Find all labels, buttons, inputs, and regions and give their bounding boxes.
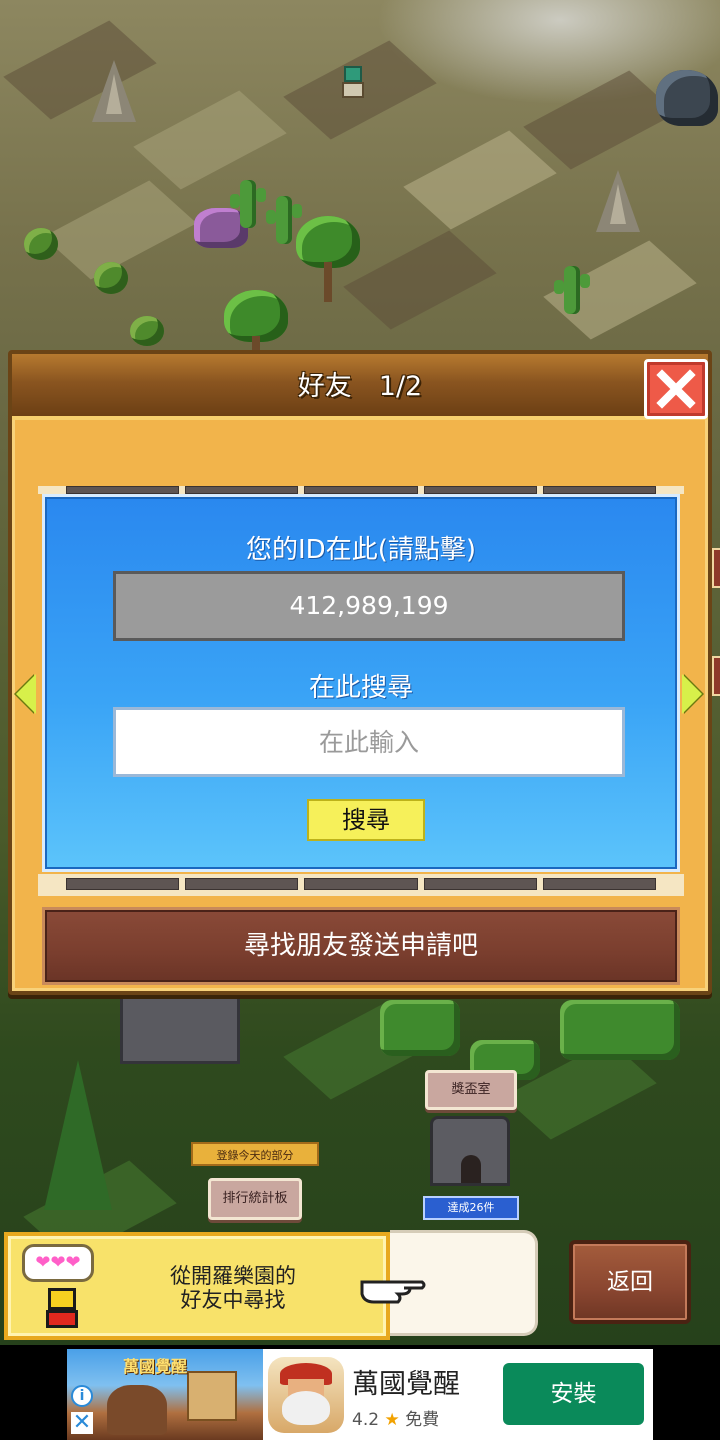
trophy-room-building [430, 1116, 510, 1186]
rock-spire [596, 170, 640, 232]
hearts-bubble: ❤❤❤ [22, 1244, 94, 1282]
dialog-header: 好友 1/2 [12, 354, 708, 420]
send-request-hint: 尋找朋友發送申請吧 [42, 907, 680, 985]
ground-tile [403, 130, 557, 230]
kairobot-icon: ❤❤❤ [18, 1244, 102, 1330]
ad-app-icon-beard [282, 1391, 330, 1425]
ranking-board-sign[interactable]: 排行統計板 [208, 1178, 302, 1220]
bush [130, 316, 164, 346]
achievement-count-badge: 達成26件 [423, 1196, 519, 1220]
ad-rating-value: 4.2 [352, 1410, 380, 1430]
friend-id-search-input[interactable] [113, 707, 625, 777]
close-icon [656, 369, 696, 409]
back-button[interactable]: 返回 [569, 1240, 691, 1324]
ad-price: 免費 [405, 1410, 440, 1430]
cactus [230, 180, 266, 228]
hedge [560, 1000, 680, 1060]
character-body [342, 82, 364, 98]
ad-rider [107, 1385, 167, 1435]
stone-building [120, 996, 240, 1064]
palm-tree [224, 290, 288, 376]
info-text: 從開羅樂園的 好友中尋找 [118, 1264, 348, 1312]
ad-app-icon[interactable] [268, 1357, 344, 1433]
rail-segment [304, 486, 418, 494]
conifer-tree [44, 1060, 112, 1210]
ad-app-name[interactable]: 萬國覺醒 [352, 1362, 460, 1401]
ad-rating: 4.2 ★ 免費 [352, 1405, 439, 1430]
install-button[interactable]: 安裝 [503, 1363, 644, 1425]
friend-search-panel: 您的ID在此(請點擊) 412,989,199 在此搜尋 搜尋 [42, 494, 680, 872]
kairobot-face [48, 1288, 76, 1310]
boulder [656, 70, 718, 126]
id-label: 您的ID在此(請點擊) [246, 535, 476, 565]
ad-castle [187, 1371, 237, 1421]
rail-segment [423, 878, 537, 890]
pointing-hand-icon [360, 1280, 426, 1304]
ground-tile [133, 90, 287, 190]
ad-art-title: 萬國覺醒 [123, 1357, 188, 1376]
login-today-sign[interactable]: 登錄今天的部分 [191, 1142, 319, 1166]
character-head [344, 66, 362, 82]
rail-segment [423, 486, 537, 494]
kairobot-body [46, 1310, 78, 1328]
hedge [380, 1000, 460, 1056]
friend-dialog: 好友 1/2 您的ID在此(請點擊) 412,989,199 在此搜尋 搜尋 尋… [8, 350, 712, 995]
ground-tile [343, 230, 497, 330]
info-line-2: 好友中尋找 [180, 1288, 286, 1312]
rail-segment [185, 878, 299, 890]
info-line-1: 從開羅樂園的 [170, 1264, 296, 1288]
dialog-title: 好友 1/2 [297, 371, 423, 402]
rail-segment [66, 878, 180, 890]
info-panel: ❤❤❤ 從開羅樂園的 好友中尋找 [4, 1232, 390, 1340]
search-button[interactable]: 搜尋 [307, 799, 425, 841]
ad-artwork[interactable]: 萬國覺醒 [67, 1349, 263, 1440]
arrow-right-icon[interactable] [682, 674, 702, 714]
search-label: 在此搜尋 [308, 673, 413, 703]
rock-spire [92, 60, 136, 122]
rail-segment [66, 486, 180, 494]
bush [24, 228, 58, 260]
ground-tile [523, 70, 677, 170]
palm-tree [296, 216, 360, 302]
kairobot-figure [42, 1288, 82, 1328]
cactus [554, 266, 590, 314]
wandering-character [338, 66, 368, 100]
arrow-left-icon[interactable] [16, 674, 36, 714]
trophy-room-sign[interactable]: 獎盃室 [425, 1070, 517, 1110]
rail-segment [542, 486, 657, 494]
rail-segment [304, 878, 418, 890]
close-button[interactable] [644, 359, 708, 419]
bush [94, 262, 128, 294]
rail-segment [542, 878, 657, 890]
side-tab[interactable] [712, 548, 720, 588]
cactus [266, 196, 302, 244]
panel-rail-bottom [38, 874, 684, 896]
ad-info-icon[interactable]: i [71, 1385, 93, 1407]
player-id-field[interactable]: 412,989,199 [113, 571, 625, 641]
side-tab[interactable] [712, 656, 720, 696]
panel-rail-top [38, 486, 684, 494]
rail-segment [185, 486, 299, 494]
ad-close-icon[interactable]: ✕ [71, 1412, 93, 1434]
star-icon: ★ [384, 1410, 400, 1430]
